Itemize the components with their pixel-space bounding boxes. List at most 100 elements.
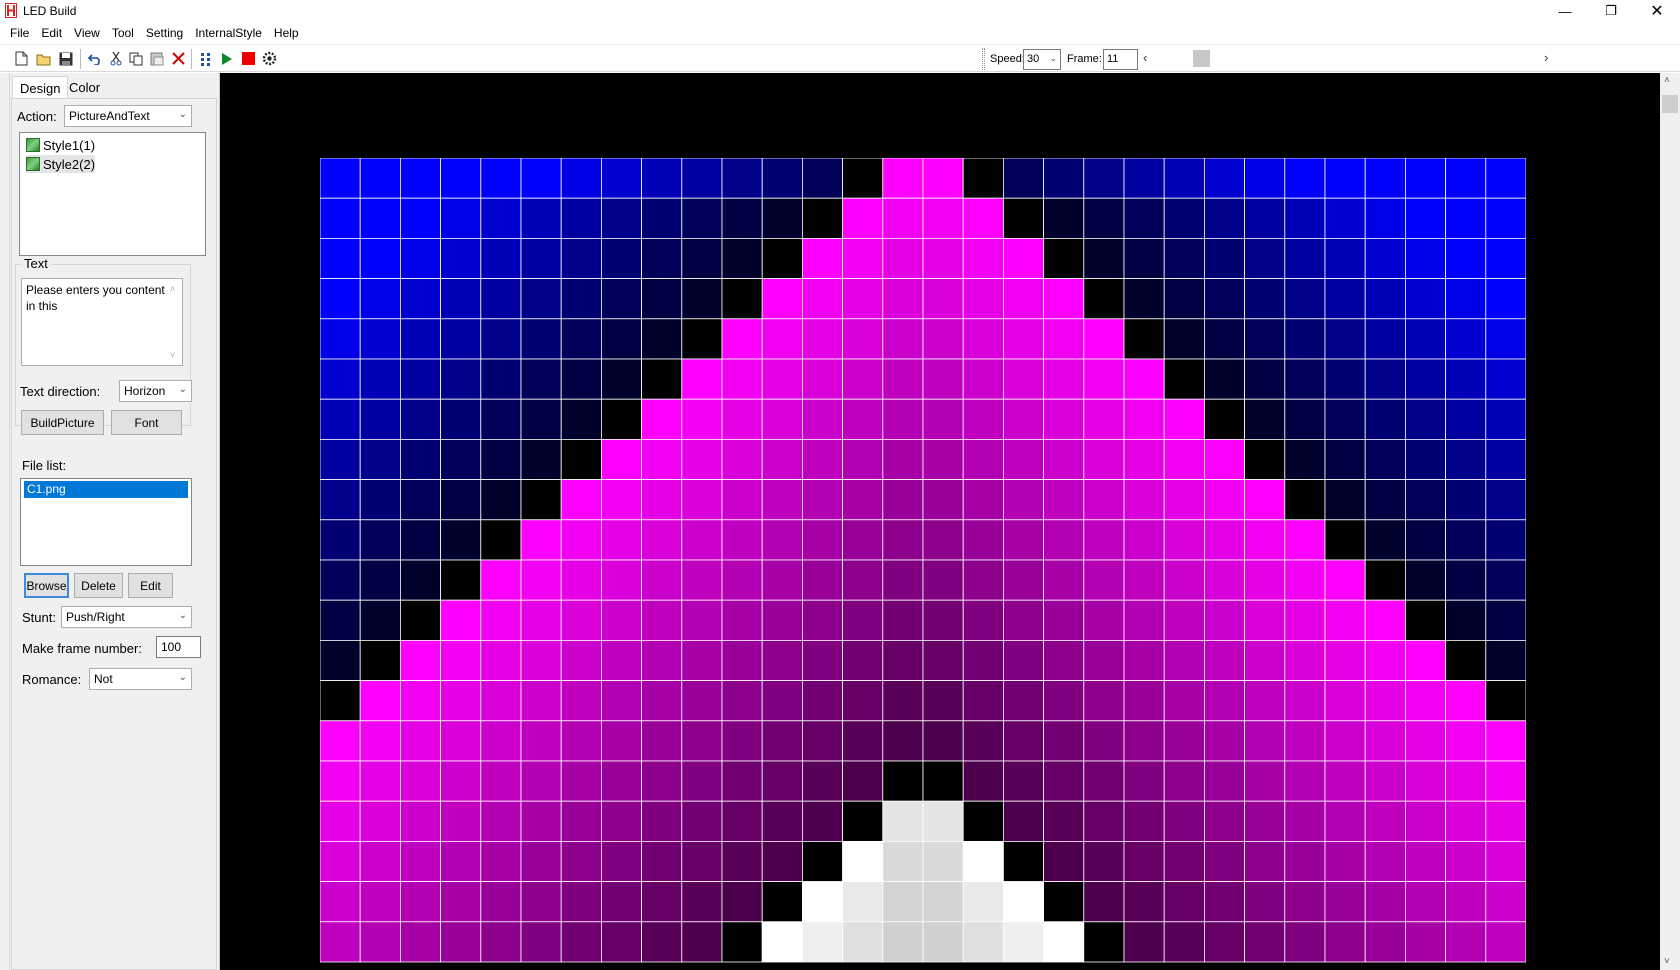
led-pixel[interactable] <box>1405 438 1447 480</box>
led-pixel[interactable] <box>1405 760 1447 802</box>
led-pixel[interactable] <box>359 720 401 762</box>
led-pixel[interactable] <box>882 398 924 440</box>
led-pixel[interactable] <box>1204 238 1246 280</box>
led-pixel[interactable] <box>882 197 924 239</box>
led-pixel[interactable] <box>1204 841 1246 883</box>
led-pixel[interactable] <box>600 639 642 681</box>
led-pixel[interactable] <box>1043 158 1085 199</box>
led-pixel[interactable] <box>560 800 602 842</box>
led-pixel[interactable] <box>882 238 924 280</box>
led-pixel[interactable] <box>1123 720 1165 762</box>
led-pixel[interactable] <box>641 158 683 199</box>
led-pixel[interactable] <box>1364 881 1406 923</box>
led-pixel[interactable] <box>1123 841 1165 883</box>
led-pixel[interactable] <box>641 479 683 521</box>
led-pixel[interactable] <box>320 680 361 722</box>
led-pixel[interactable] <box>842 881 884 923</box>
led-pixel[interactable] <box>1364 800 1406 842</box>
led-pixel[interactable] <box>1324 358 1366 400</box>
led-pixel[interactable] <box>1003 358 1045 400</box>
led-pixel[interactable] <box>480 760 522 802</box>
led-pixel[interactable] <box>1364 559 1406 601</box>
led-pixel[interactable] <box>1284 639 1326 681</box>
led-pixel[interactable] <box>400 760 442 802</box>
font-button[interactable]: Font <box>111 410 182 435</box>
led-pixel[interactable] <box>400 358 442 400</box>
led-pixel[interactable] <box>801 318 843 360</box>
led-pixel[interactable] <box>359 599 401 641</box>
led-pixel[interactable] <box>1123 479 1165 521</box>
led-pixel[interactable] <box>1204 559 1246 601</box>
led-pixel[interactable] <box>641 559 683 601</box>
led-pixel[interactable] <box>962 841 1004 883</box>
led-pixel[interactable] <box>721 197 763 239</box>
led-pixel[interactable] <box>600 760 642 802</box>
text-input[interactable]: Please enters you content in this ˄ ˅ <box>21 278 183 366</box>
led-pixel[interactable] <box>922 479 964 521</box>
led-pixel[interactable] <box>560 358 602 400</box>
led-pixel[interactable] <box>1003 238 1045 280</box>
led-pixel[interactable] <box>400 438 442 480</box>
led-pixel[interactable] <box>1123 760 1165 802</box>
led-pixel[interactable] <box>1244 197 1286 239</box>
led-pixel[interactable] <box>842 238 884 280</box>
led-pixel[interactable] <box>1324 599 1366 641</box>
led-pixel[interactable] <box>1324 238 1366 280</box>
led-pixel[interactable] <box>922 639 964 681</box>
led-pixel[interactable] <box>882 841 924 883</box>
led-pixel[interactable] <box>1244 559 1286 601</box>
led-pixel[interactable] <box>681 519 723 561</box>
led-pixel[interactable] <box>520 720 562 762</box>
led-pixel[interactable] <box>1003 479 1045 521</box>
led-pixel[interactable] <box>1364 720 1406 762</box>
led-pixel[interactable] <box>359 800 401 842</box>
led-pixel[interactable] <box>721 358 763 400</box>
new-file-icon[interactable] <box>13 50 30 67</box>
led-pixel[interactable] <box>681 881 723 923</box>
led-pixel[interactable] <box>1364 680 1406 722</box>
menu-help[interactable]: Help <box>268 26 305 40</box>
led-pixel[interactable] <box>1163 720 1205 762</box>
led-pixel[interactable] <box>681 479 723 521</box>
led-pixel[interactable] <box>1364 278 1406 320</box>
led-pixel[interactable] <box>600 318 642 360</box>
led-pixel[interactable] <box>922 680 964 722</box>
led-pixel[interactable] <box>681 921 723 963</box>
scroll-up-arrow-icon[interactable]: ˄ <box>1664 75 1670 86</box>
led-pixel[interactable] <box>801 238 843 280</box>
led-pixel[interactable] <box>320 318 361 360</box>
led-pixel[interactable] <box>1364 318 1406 360</box>
led-pixel[interactable] <box>681 197 723 239</box>
led-pixel[interactable] <box>600 197 642 239</box>
led-pixel[interactable] <box>761 398 803 440</box>
led-pixel[interactable] <box>761 800 803 842</box>
led-pixel[interactable] <box>801 358 843 400</box>
led-pixel[interactable] <box>1485 358 1526 400</box>
led-pixel[interactable] <box>641 800 683 842</box>
led-pixel[interactable] <box>560 921 602 963</box>
led-pixel[interactable] <box>962 599 1004 641</box>
led-pixel[interactable] <box>1284 158 1326 199</box>
led-pixel[interactable] <box>1003 278 1045 320</box>
led-pixel[interactable] <box>600 479 642 521</box>
led-pixel[interactable] <box>1364 639 1406 681</box>
style-tree[interactable]: Style1(1) Style2(2) <box>19 132 206 256</box>
led-pixel[interactable] <box>1083 479 1125 521</box>
led-pixel[interactable] <box>320 760 361 802</box>
led-pixel[interactable] <box>560 639 602 681</box>
led-pixel[interactable] <box>600 358 642 400</box>
led-pixel[interactable] <box>1445 760 1487 802</box>
led-pixel[interactable] <box>922 238 964 280</box>
led-pixel[interactable] <box>1445 921 1487 963</box>
browse-button[interactable]: Browse <box>24 573 69 598</box>
led-pixel[interactable] <box>1364 438 1406 480</box>
led-pixel[interactable] <box>1003 881 1045 923</box>
speed-select[interactable]: 30 ⌄ <box>1023 49 1061 70</box>
led-pixel[interactable] <box>641 398 683 440</box>
led-pixel[interactable] <box>1364 599 1406 641</box>
led-pixel[interactable] <box>1163 438 1205 480</box>
led-pixel[interactable] <box>600 398 642 440</box>
led-pixel[interactable] <box>1284 519 1326 561</box>
led-pixel[interactable] <box>1043 197 1085 239</box>
led-pixel[interactable] <box>801 559 843 601</box>
